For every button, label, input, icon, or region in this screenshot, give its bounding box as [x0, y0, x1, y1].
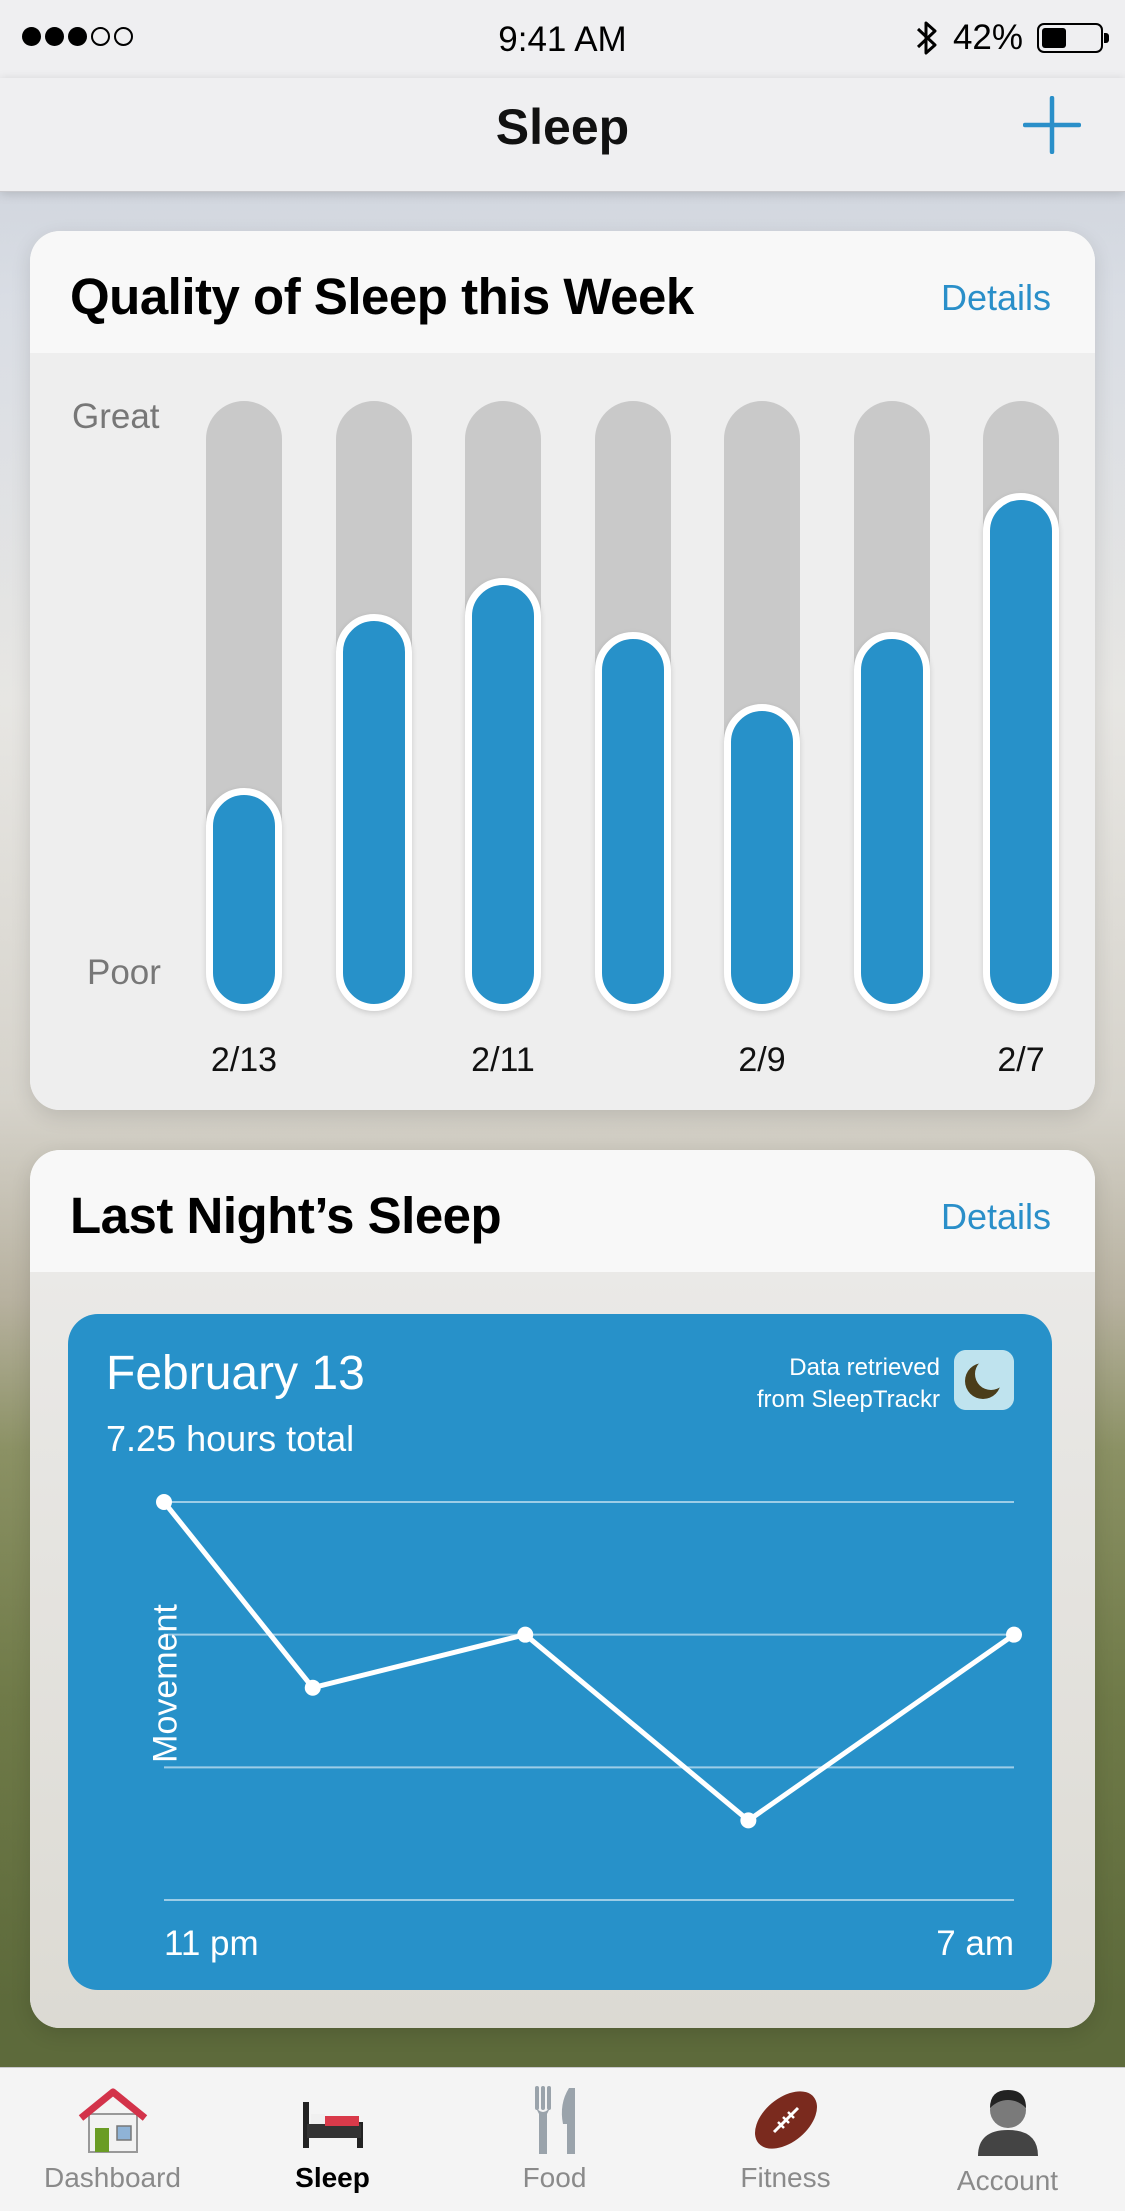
plus-icon[interactable] [1023, 96, 1081, 154]
battery-level [1042, 28, 1066, 48]
card-header: Last Night’s Sleep Details [30, 1150, 1095, 1272]
x-axis-end-label: 7 am [936, 1924, 1014, 1963]
tab-bar: Dashboard Sleep Food Fitness Account [0, 2067, 1125, 2211]
movement-point [304, 1679, 321, 1696]
bar-2/10[interactable] [594, 631, 671, 1011]
tab-label: Account [956, 2165, 1059, 2196]
movement-point [156, 1494, 172, 1510]
x-axis-start-label: 11 pm [164, 1924, 259, 1963]
tab-account[interactable]: Account [895, 2068, 1120, 2211]
last-night-card: Last Night’s Sleep Details February 13 7… [30, 1150, 1095, 2028]
bar-2/9[interactable] [724, 703, 800, 1011]
person-icon [978, 2090, 1038, 2156]
card-title: Quality of Sleep this Week [70, 268, 694, 325]
bed-icon [303, 2102, 363, 2148]
status-right: 42% [915, 18, 1109, 58]
tab-label: Fitness [740, 2162, 831, 2193]
tab-label: Food [522, 2162, 587, 2193]
battery-percent: 42% [952, 18, 1023, 57]
bar-2/7[interactable] [983, 493, 1059, 1011]
movement-point [517, 1626, 534, 1643]
card-title: Last Night’s Sleep [70, 1187, 502, 1244]
tab-label: Dashboard [44, 2162, 181, 2193]
house-icon [78, 2088, 148, 2153]
football-icon [755, 2091, 817, 2149]
movement-line-chart [156, 1494, 1022, 1901]
card-header: Quality of Sleep this Week Details [30, 231, 1095, 353]
tab-sleep[interactable]: Sleep [220, 2068, 445, 2211]
tab-food[interactable]: Food [442, 2068, 667, 2211]
fork-knife-icon [535, 2086, 575, 2154]
bar-2/13[interactable] [206, 788, 282, 1011]
x-tick-label: 2/7 [997, 1041, 1045, 1079]
navigation-bar: Sleep [0, 78, 1125, 192]
y-axis-label: Movement [146, 1604, 185, 1763]
bluetooth-icon [916, 21, 937, 55]
movement-series-line [162, 1500, 1016, 1823]
x-tick-label: 2/11 [471, 1041, 535, 1079]
details-link[interactable]: Details [941, 277, 1051, 319]
tab-dashboard[interactable]: Dashboard [0, 2068, 225, 2211]
x-tick-label: 2/9 [738, 1041, 786, 1079]
movement-point [1006, 1626, 1022, 1643]
bar-2/12[interactable] [335, 613, 412, 1011]
status-bar: 9:41 AM 42% [0, 0, 1125, 78]
battery-icon [1037, 23, 1109, 53]
bar-2/11[interactable] [465, 577, 541, 1011]
last-night-body: February 13 7.25 hours total Data retrie… [30, 1272, 1095, 2028]
tab-label: Sleep [295, 2162, 370, 2193]
x-tick-label: 2/13 [210, 1041, 278, 1079]
movement-point [740, 1812, 757, 1829]
sleep-movement-panel[interactable]: February 13 7.25 hours total Data retrie… [68, 1314, 1052, 1990]
tab-fitness[interactable]: Fitness [673, 2068, 898, 2211]
bar-chart-area: 2/13 2/11 2/9 2/7 [30, 353, 1095, 1110]
sleep-quality-chart: Great Poor 2/13 2/11 2/9 2/7 [30, 353, 1095, 1110]
details-link[interactable]: Details [941, 1196, 1051, 1238]
sleep-quality-card: Quality of Sleep this Week Details Great… [30, 231, 1095, 1110]
page-title: Sleep [495, 99, 630, 155]
bar-2/8[interactable] [853, 631, 930, 1011]
